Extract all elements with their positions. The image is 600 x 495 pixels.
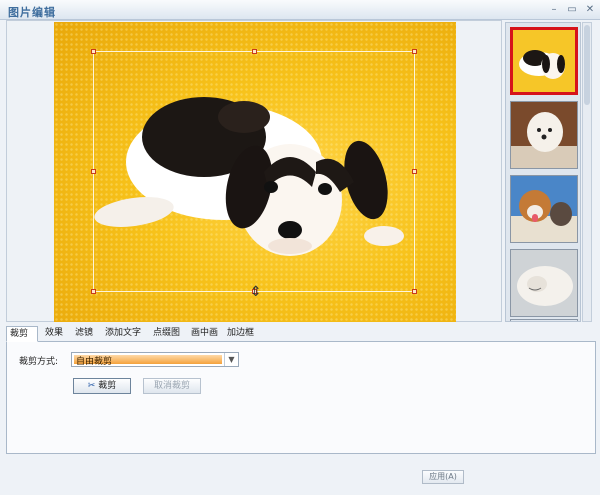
crop-mode-value: 自由裁剪 [76,357,113,367]
crop-handle-n[interactable] [252,49,257,54]
close-button[interactable]: ✕ [584,4,596,16]
crop-handle-sw[interactable] [91,289,96,294]
crop-mode-select[interactable]: 自由裁剪 ▼ [71,352,239,367]
tab-picture-in-picture[interactable]: 画中画 [188,326,221,342]
maximize-button[interactable]: ▭ [566,4,578,16]
thumbnail-strip[interactable] [505,22,581,322]
crop-panel: 裁剪方式: 自由裁剪 ▼ ✂ 裁剪 取消裁剪 [6,342,596,454]
sleeping-dog-thumbnail [511,250,577,316]
apply-button[interactable]: 应用(A) [422,470,464,484]
crop-handle-se[interactable] [412,289,417,294]
window-title: 图片编辑 [8,6,56,19]
resize-cursor-icon: ⇕ [250,284,262,300]
tab-crop[interactable]: 裁剪 [6,326,38,342]
chevron-down-icon[interactable]: ▼ [224,353,238,366]
crop-rectangle[interactable] [91,49,417,294]
thumbnail-2[interactable] [510,101,578,169]
minimize-button[interactable]: – [548,4,560,16]
thumbnail-5[interactable] [510,319,578,321]
thumbnail-3[interactable] [510,175,578,243]
crop-handle-ne[interactable] [412,49,417,54]
tab-add-border[interactable]: 加边框 [224,326,257,342]
thumbnail-1[interactable] [510,27,578,95]
title-bar: 图片编辑 – ▭ ✕ [0,0,600,20]
thumbnail-4[interactable] [510,249,578,317]
crop-handle-nw[interactable] [91,49,96,54]
crop-handle-w[interactable] [91,169,96,174]
puppy-thumbnail [513,30,575,92]
thumbnail-scrollbar[interactable] [582,22,592,322]
tab-decoration[interactable]: 点缀图 [150,326,183,342]
puppy-cat-thumbnail [511,176,577,242]
tool-tabs: 裁剪 效果 滤镜 添加文字 点缀图 画中画 加边框 [6,326,596,342]
tab-filter[interactable]: 滤镜 [72,326,96,342]
crop-handle-e[interactable] [412,169,417,174]
crop-button[interactable]: ✂ 裁剪 [73,378,131,394]
scissors-icon: ✂ [87,381,96,391]
crop-mode-label: 裁剪方式: [19,357,59,367]
scrollbar-thumb[interactable] [584,25,590,105]
white-dog-thumbnail [511,102,577,168]
cancel-crop-button[interactable]: 取消裁剪 [143,378,201,394]
tab-effect[interactable]: 效果 [42,326,66,342]
tab-add-text[interactable]: 添加文字 [102,326,144,342]
